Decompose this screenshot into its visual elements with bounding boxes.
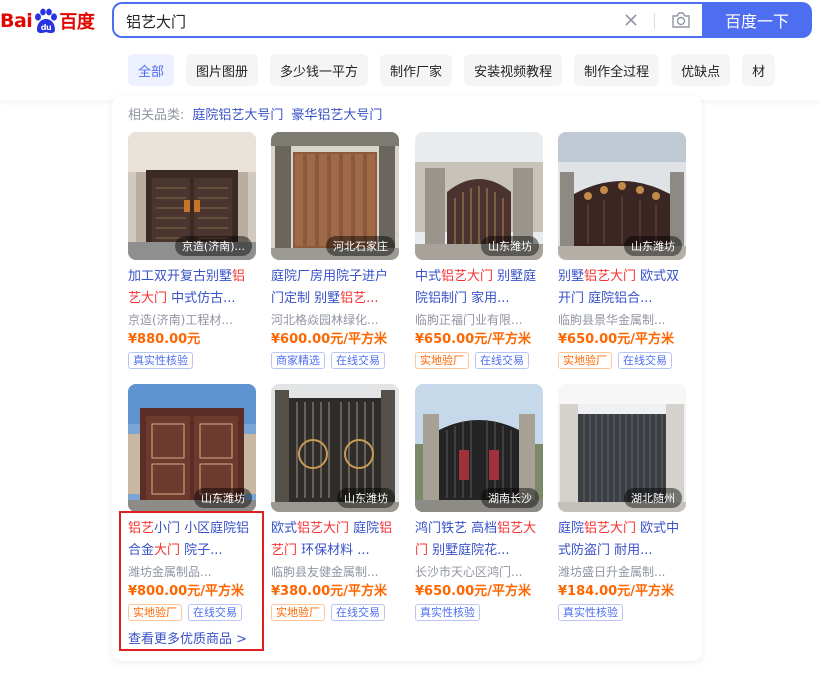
product-title[interactable]: 欧式铝艺大门 庭院铝艺门 环保材料 ... <box>271 518 399 562</box>
header: Bai du 百度 百度一下 全部 图片图册 多少钱一平方 制作厂家 安装视频教… <box>0 0 820 100</box>
tag-featured: 商家精选 <box>271 352 325 369</box>
price: ¥880.00元 <box>128 332 201 347</box>
price: ¥650.00元/平方米 <box>558 332 674 347</box>
product-item[interactable]: 河北石家庄 庭院厂房用院子进户门定制 别墅铝艺... 河北格焱园林绿化... ¥… <box>271 132 399 369</box>
tag-factory-verified: 实地验厂 <box>271 604 325 621</box>
search-button[interactable]: 百度一下 <box>702 2 812 38</box>
price: ¥380.00元/平方米 <box>271 584 387 599</box>
tag-verified: 真实性核验 <box>128 352 193 369</box>
paw-logo-icon: du <box>35 8 58 34</box>
logo-text-bai: Bai <box>0 10 33 32</box>
product-title[interactable]: 庭院厂房用院子进户门定制 别墅铝艺... <box>271 266 399 310</box>
location-badge: 湖北随州 <box>624 488 682 508</box>
location-badge: 山东潍坊 <box>194 488 252 508</box>
product-item[interactable]: 山东潍坊 别墅铝艺大门 欧式双开门 庭院铝合... 临朐县景华金属制... ¥6… <box>558 132 686 369</box>
location-badge: 湖南长沙 <box>481 488 539 508</box>
annotation-highlight-box <box>119 511 264 651</box>
price: ¥600.00元/平方米 <box>271 332 387 347</box>
logo-text-du: du <box>41 23 52 32</box>
product-image[interactable]: 河北石家庄 <box>271 132 399 260</box>
related-link[interactable]: 豪华铝艺大号门 <box>291 104 382 123</box>
tag-online-trade: 在线交易 <box>331 352 385 369</box>
search-box <box>112 2 702 38</box>
seller-name: 临朐县景华金属制... <box>558 313 666 327</box>
product-item[interactable]: 湖南长沙 鸿门铁艺 高档铝艺大门 别墅庭院花... 长沙市天心区鸿门... ¥6… <box>415 384 543 621</box>
tag-factory-verified: 实地验厂 <box>415 352 469 369</box>
tag-online-trade: 在线交易 <box>475 352 529 369</box>
filter-tab-price[interactable]: 多少钱一平方 <box>270 54 369 86</box>
product-title[interactable]: 鸿门铁艺 高档铝艺大门 别墅庭院花... <box>415 518 543 562</box>
seller-name: 长沙市天心区鸿门... <box>415 565 523 579</box>
camera-icon[interactable] <box>670 10 692 30</box>
seller-name: 临朐县友健金属制... <box>271 565 379 579</box>
related-label: 相关品类: <box>128 108 185 123</box>
filter-tab-process[interactable]: 制作全过程 <box>574 54 660 86</box>
tag-verified: 真实性核验 <box>558 604 623 621</box>
product-image[interactable]: 山东潍坊 <box>558 132 686 260</box>
product-image[interactable]: 湖北随州 <box>558 384 686 512</box>
filter-tab-photos[interactable]: 图片图册 <box>186 54 259 86</box>
location-badge: 山东潍坊 <box>624 236 682 256</box>
search-divider <box>654 13 655 29</box>
product-image[interactable]: 山东潍坊 <box>128 384 256 512</box>
tag-online-trade: 在线交易 <box>331 604 385 621</box>
filter-tab-all[interactable]: 全部 <box>128 54 175 86</box>
price: ¥650.00元/平方米 <box>415 332 531 347</box>
location-badge: 山东潍坊 <box>481 236 539 256</box>
price: ¥650.00元/平方米 <box>415 584 531 599</box>
product-image[interactable]: 湖南长沙 <box>415 384 543 512</box>
product-title[interactable]: 别墅铝艺大门 欧式双开门 庭院铝合... <box>558 266 686 310</box>
product-title[interactable]: 中式铝艺大门 别墅庭院铝制门 家用... <box>415 266 543 310</box>
seller-name: 潍坊盛日升金属制... <box>558 565 666 579</box>
tag-factory-verified: 实地验厂 <box>558 352 612 369</box>
product-title[interactable]: 庭院铝艺大门 欧式中式防盗门 耐用... <box>558 518 686 562</box>
filter-tab-pros-cons[interactable]: 优缺点 <box>671 54 731 86</box>
product-image[interactable]: 京造(济南)... <box>128 132 256 260</box>
location-badge: 山东潍坊 <box>337 488 395 508</box>
baidu-logo[interactable]: Bai du 百度 <box>0 6 95 36</box>
filter-tab-manufacturer[interactable]: 制作厂家 <box>380 54 453 86</box>
seller-name: 河北格焱园林绿化... <box>271 313 379 327</box>
product-item[interactable]: 京造(济南)... 加工双开复古别墅铝 艺大门 中式仿古... 京造(济南)工程材… <box>128 132 256 369</box>
product-item[interactable]: 湖北随州 庭院铝艺大门 欧式中式防盗门 耐用... 潍坊盛日升金属制... ¥1… <box>558 384 686 621</box>
search-input[interactable] <box>126 10 586 32</box>
price: ¥184.00元/平方米 <box>558 584 674 599</box>
filter-tab-install-video[interactable]: 安装视频教程 <box>464 54 563 86</box>
related-link[interactable]: 庭院铝艺大号门 <box>192 104 283 123</box>
filter-tabs: 全部 图片图册 多少钱一平方 制作厂家 安装视频教程 制作全过程 优缺点 材 <box>128 54 787 86</box>
location-badge: 河北石家庄 <box>326 236 395 256</box>
seller-name: 临朐正福门业有限... <box>415 313 523 327</box>
tag-online-trade: 在线交易 <box>618 352 672 369</box>
product-image[interactable]: 山东潍坊 <box>271 384 399 512</box>
seller-name: 京造(济南)工程材... <box>128 313 233 327</box>
logo-text-cn: 百度 <box>59 12 95 33</box>
location-badge: 京造(济南)... <box>174 236 252 256</box>
filter-tab-material[interactable]: 材 <box>742 54 776 86</box>
clear-icon[interactable] <box>622 11 640 29</box>
product-item[interactable]: 山东潍坊 欧式铝艺大门 庭院铝艺门 环保材料 ... 临朐县友健金属制... ¥… <box>271 384 399 621</box>
product-title[interactable]: 加工双开复古别墅铝 艺大门 中式仿古... <box>128 266 256 310</box>
product-item[interactable]: 山东潍坊 中式铝艺大门 别墅庭院铝制门 家用... 临朐正福门业有限... ¥6… <box>415 132 543 369</box>
related-categories: 相关品类: 庭院铝艺大号门 豪华铝艺大号门 <box>128 104 382 123</box>
product-image[interactable]: 山东潍坊 <box>415 132 543 260</box>
tag-verified: 真实性核验 <box>415 604 480 621</box>
